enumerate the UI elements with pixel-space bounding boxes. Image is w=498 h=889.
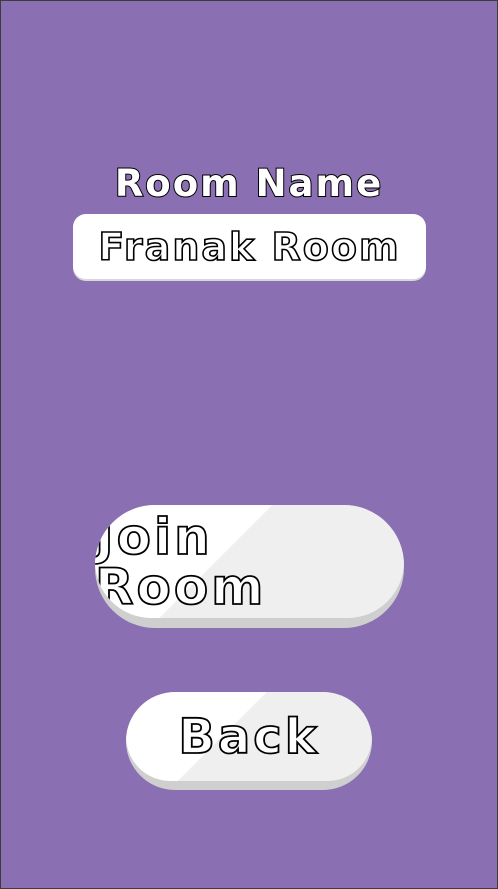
join-room-button[interactable]: Join Room	[95, 505, 404, 628]
room-name-value: Franak Room	[98, 224, 401, 269]
join-room-button-face[interactable]: Join Room	[95, 505, 404, 618]
room-name-input[interactable]: Franak Room	[73, 214, 426, 279]
back-button-face[interactable]: Back	[126, 692, 372, 781]
back-button-label: Back	[177, 708, 320, 765]
back-button[interactable]: Back	[126, 692, 372, 790]
room-name-label: Room Name	[114, 161, 384, 206]
join-room-button-label: Join Room	[95, 507, 267, 616]
